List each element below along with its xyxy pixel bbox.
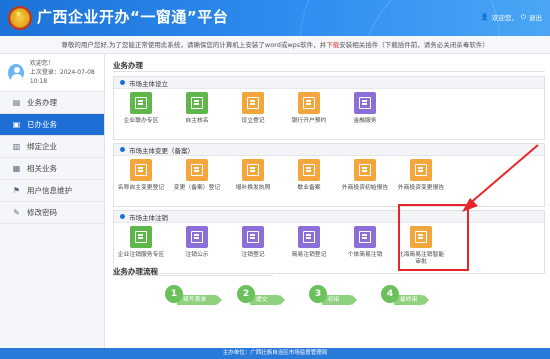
sidebar-item-label: 用户信息维护 <box>27 186 72 195</box>
tile-label: 自主核名 <box>185 118 209 124</box>
tile-label: 增补换发执照 <box>235 185 271 191</box>
tile-finance[interactable]: 金融服务 <box>338 92 392 125</box>
tile-label: 注销公示 <box>185 252 209 258</box>
tile-name-check[interactable]: 自主核名 <box>170 92 224 125</box>
notice-text-2: 安装相关插件（下载插件前，请务必关闭杀毒软件） <box>339 41 489 49</box>
document-icon <box>191 164 203 176</box>
footer: 主办单位：广西壮族自治区市场监督管理局 <box>0 348 550 359</box>
tile-label: 个体简易注销 <box>347 252 383 258</box>
annotation-arrow <box>462 144 539 212</box>
tile-establish-register[interactable]: 设立登记 <box>226 92 280 125</box>
user-icon: ⚑ <box>12 186 21 195</box>
tile-label: 企业联办专区 <box>123 118 159 124</box>
logout-icon[interactable]: ⏻ <box>521 13 526 22</box>
document-icon <box>303 231 315 243</box>
logout-link[interactable]: 退出 <box>529 12 542 22</box>
section-heading: 业务办理 <box>113 60 545 72</box>
person-icon <box>359 231 371 243</box>
tile-label: 变更（备案）登记 <box>173 185 221 191</box>
tile-label: 金融服务 <box>353 118 377 124</box>
sidebar-item-label: 已办业务 <box>27 120 57 129</box>
step-number: 3 <box>309 285 327 303</box>
download-link[interactable]: 下载 <box>326 41 339 49</box>
tile-cancel-zone[interactable]: 企业注销服务专区 <box>114 226 168 259</box>
document-icon <box>247 97 259 109</box>
notice-icon <box>191 231 203 243</box>
panel-title: 市场主体变更（备案） <box>129 146 194 155</box>
tile-foreign-initial[interactable]: 外商投资初始报告 <box>338 159 392 192</box>
tile-change-register[interactable]: 变更（备案）登记 <box>170 159 224 192</box>
bullet-icon <box>120 80 125 85</box>
step-number: 1 <box>165 285 183 303</box>
panel-title: 市场主体注销 <box>129 213 168 222</box>
folder-icon: ▣ <box>12 120 21 129</box>
sidebar-item-bind-company[interactable]: ▥ 绑定企业 <box>0 136 104 158</box>
last-login: 上次登录：2024-07-08 10:18 <box>29 69 95 85</box>
store-icon <box>303 164 315 176</box>
step-number: 4 <box>381 285 399 303</box>
tile-label: 外商投资初始报告 <box>341 185 389 191</box>
file-icon: ▦ <box>12 164 21 173</box>
sidebar-item-user-info[interactable]: ⚑ 用户信息维护 <box>0 180 104 202</box>
tile-license-reissue[interactable]: 增补换发执照 <box>226 159 280 192</box>
tile-enterprise-joint[interactable]: 企业联办专区 <box>114 92 168 125</box>
avatar <box>8 63 24 82</box>
sidebar-item-password[interactable]: ✎ 修改密码 <box>0 202 104 224</box>
tile-name-change[interactable]: 名称自主变更登记 <box>114 159 168 192</box>
tile-label: 名称自主变更登记 <box>117 185 165 191</box>
tile-bank-account[interactable]: 银行开户预约 <box>282 92 336 125</box>
bullet-icon <box>120 214 125 219</box>
panel-title: 市场主体设立 <box>129 79 168 88</box>
tile-label: 企业注销服务专区 <box>117 252 165 258</box>
sidebar-item-label: 修改密码 <box>27 208 57 217</box>
step-label: 填写表单 <box>177 295 222 305</box>
sidebar-item-label: 绑定企业 <box>27 142 57 151</box>
user-icon: 👤 <box>480 13 489 21</box>
sidebar-item-business[interactable]: ▤ 业务办理 <box>0 92 104 114</box>
building-icon <box>135 97 147 109</box>
notice-text: 尊敬的用户您好,为了您能正常使用此系统，请确保您的计算机上安装了word或wps… <box>61 41 327 49</box>
tile-label: 银行开户预约 <box>291 118 327 124</box>
document-icon <box>247 231 259 243</box>
header-user-area: 👤 欢迎您， ⏻ 退出 <box>480 12 542 23</box>
tile-label: 歇业备案 <box>297 185 321 191</box>
panel-establish: 市场主体设立 企业联办专区 自主核名 设立登记 银行开户预约 金融服务 <box>113 76 545 140</box>
user-card: 欢迎您！ 上次登录：2024-07-08 10:18 <box>0 54 104 92</box>
sidebar-item-completed[interactable]: ▣ 已办业务 <box>0 114 104 136</box>
greeting: 欢迎您！ <box>29 60 54 67</box>
sidebar-item-related[interactable]: ▦ 相关业务 <box>0 158 104 180</box>
finance-icon <box>359 97 371 109</box>
top-header: ★ 广西企业开办“一窗通”平台 👤 欢迎您， ⏻ 退出 <box>0 0 550 36</box>
tile-label: 设立登记 <box>241 118 265 124</box>
document-icon <box>247 164 259 176</box>
notice-bar: 尊敬的用户您好,为了您能正常使用此系统，请确保您的计算机上安装了word或wps… <box>0 36 550 54</box>
national-emblem-logo: ★ <box>8 6 32 30</box>
tile-cancel-register[interactable]: 注销登记 <box>226 226 280 259</box>
site-title: 广西企业开办“一窗通”平台 <box>37 8 229 26</box>
document-icon <box>135 164 147 176</box>
process-flow: 填写表单 1 提交 2 初审 3 最终审核 4 <box>165 285 429 325</box>
tile-cancel-notice[interactable]: 注销公示 <box>170 226 224 259</box>
person-icon <box>359 164 371 176</box>
tile-label: 简易注销登记 <box>291 252 327 258</box>
building-icon <box>135 231 147 243</box>
welcome-text: 欢迎您， <box>491 14 518 22</box>
step-number: 2 <box>237 285 255 303</box>
document-icon: ▤ <box>12 98 21 107</box>
tile-suspension[interactable]: 歇业备案 <box>282 159 336 192</box>
bank-icon <box>303 97 315 109</box>
flow-title: 业务办理流程 <box>113 266 273 276</box>
sidebar: 欢迎您！ 上次登录：2024-07-08 10:18 ▤ 业务办理 ▣ 已办业务 ▥… <box>0 54 105 359</box>
building-icon <box>191 97 203 109</box>
bullet-icon <box>120 147 125 152</box>
link-icon: ▥ <box>12 142 21 151</box>
tile-individual-cancel[interactable]: 个体简易注销 <box>338 226 392 259</box>
sidebar-item-label: 业务办理 <box>27 98 57 107</box>
tile-simple-cancel[interactable]: 简易注销登记 <box>282 226 336 259</box>
sidebar-item-label: 相关业务 <box>27 164 57 173</box>
edit-icon: ✎ <box>13 208 20 217</box>
tile-label: 注销登记 <box>241 252 265 258</box>
